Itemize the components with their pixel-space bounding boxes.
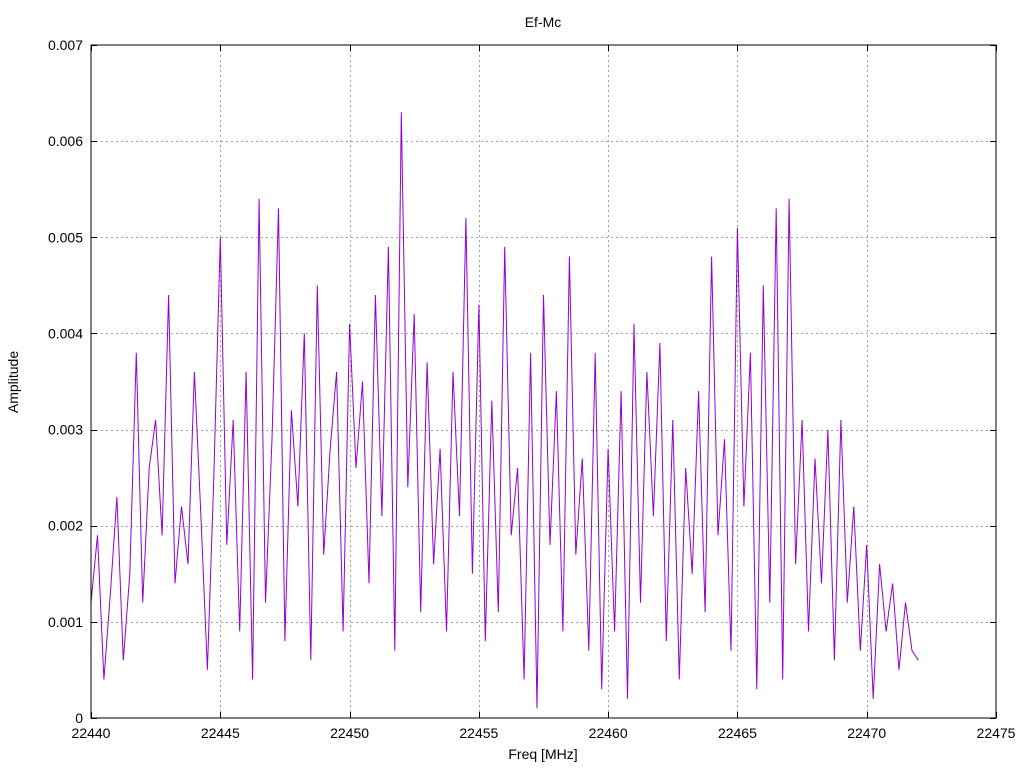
x-tick-label: 22440: [72, 725, 111, 741]
y-axis-title: Amplitude: [5, 351, 21, 413]
x-tick-label: 22460: [589, 725, 628, 741]
chart: Ef-Mc 22440 22445 22450 22455 22460 22465 2247…: [5, 14, 1016, 762]
x-tick-labels: 22440 22445 22450 22455 22460 22465 22470 22475: [72, 725, 1016, 741]
x-tick-label: 22475: [977, 725, 1016, 741]
y-tick-label: 0.002: [48, 518, 83, 534]
axis-ticks: [91, 45, 997, 719]
x-axis-title: Freq [MHz]: [508, 746, 577, 762]
x-tick-label: 22470: [847, 725, 886, 741]
x-tick-label: 22465: [718, 725, 757, 741]
y-tick-label: 0: [75, 710, 83, 726]
y-tick-label: 0.001: [48, 614, 83, 630]
series-layer: [90, 112, 919, 709]
x-tick-label: 22455: [459, 725, 498, 741]
plot-frame: [90, 44, 997, 719]
x-tick-label: 22450: [330, 725, 369, 741]
chart-title: Ef-Mc: [525, 14, 562, 30]
x-tick-label: 22445: [201, 725, 240, 741]
y-tick-label: 0.006: [48, 133, 83, 149]
y-tick-label: 0.007: [48, 37, 83, 53]
grid-lines: [91, 45, 996, 718]
series-line-0: [90, 112, 919, 709]
y-tick-label: 0.003: [48, 422, 83, 438]
y-tick-label: 0.005: [48, 229, 83, 245]
y-tick-label: 0.004: [48, 325, 83, 341]
y-tick-labels: 0 0.001 0.002 0.003 0.004 0.005 0.006 0.007: [48, 37, 83, 726]
